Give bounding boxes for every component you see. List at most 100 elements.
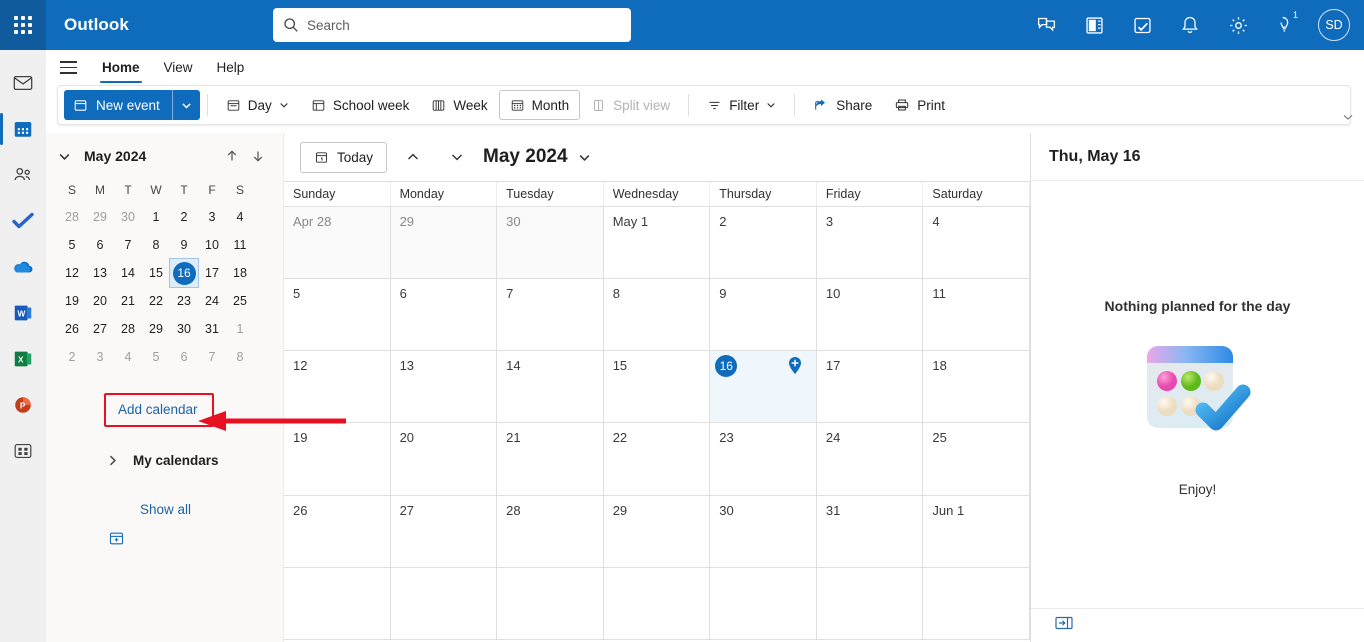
calendar-day-cell[interactable]: 2 — [710, 207, 817, 279]
rail-item-word[interactable]: W — [0, 290, 46, 336]
calendar-day-cell[interactable] — [603, 567, 711, 639]
mini-calendar-day-9[interactable]: 9 — [170, 231, 198, 259]
print-button[interactable]: Print — [883, 90, 956, 120]
calendar-day-cell[interactable] — [284, 567, 391, 639]
calendar-day-cell[interactable]: 21 — [497, 423, 604, 495]
calendar-day-cell[interactable]: 30 — [497, 207, 604, 279]
mini-calendar-day-3[interactable]: 3 — [198, 203, 226, 231]
mini-calendar-day-2[interactable]: 2 — [170, 203, 198, 231]
calendar-day-cell[interactable]: 11 — [923, 279, 1030, 351]
calendar-day-cell[interactable]: 23 — [710, 423, 817, 495]
mini-calendar-day-31[interactable]: 31 — [198, 315, 226, 343]
mini-calendar-day-14[interactable]: 14 — [114, 259, 142, 287]
today-button[interactable]: Today — [300, 141, 388, 173]
rail-item-apps[interactable] — [0, 428, 46, 474]
rail-item-mail[interactable] — [0, 60, 46, 106]
calendar-day-cell[interactable]: Apr 28 — [284, 207, 391, 279]
calendar-day-cell[interactable] — [390, 567, 498, 639]
mini-calendar-day-12[interactable]: 12 — [58, 259, 86, 287]
gear-icon[interactable] — [1214, 0, 1262, 50]
mini-calendar-day-5[interactable]: 5 — [142, 343, 170, 371]
mini-calendar-day-4[interactable]: 4 — [114, 343, 142, 371]
expand-panel-icon[interactable] — [1055, 616, 1073, 635]
add-calendar-button[interactable]: Add calendar — [118, 402, 198, 417]
mini-calendar-day-4[interactable]: 4 — [226, 203, 254, 231]
mini-calendar-day-11[interactable]: 11 — [226, 231, 254, 259]
mini-calendar-day-10[interactable]: 10 — [198, 231, 226, 259]
mini-calendar-day-2[interactable]: 2 — [58, 343, 86, 371]
calendar-day-cell[interactable]: 28 — [497, 495, 604, 567]
mini-calendar-day-29[interactable]: 29 — [142, 315, 170, 343]
mini-calendar-day-29[interactable]: 29 — [86, 203, 114, 231]
app-launcher-button[interactable] — [0, 0, 46, 50]
calendar-day-cell[interactable]: 13 — [390, 351, 498, 423]
calendar-day-cell[interactable]: 30 — [710, 495, 817, 567]
view-school-week-button[interactable]: School week — [300, 90, 421, 120]
mini-calendar-day-25[interactable]: 25 — [226, 287, 254, 315]
calendar-day-cell[interactable]: 5 — [284, 279, 391, 351]
calendar-day-cell[interactable] — [923, 567, 1030, 639]
calendar-day-cell[interactable]: 14 — [497, 351, 604, 423]
mini-calendar-day-13[interactable]: 13 — [86, 259, 114, 287]
calendar-day-cell[interactable]: 29 — [390, 207, 498, 279]
mini-calendar-day-20[interactable]: 20 — [86, 287, 114, 315]
rail-item-onedrive[interactable] — [0, 244, 46, 290]
rail-item-people[interactable] — [0, 152, 46, 198]
rail-item-powerpoint[interactable]: P — [0, 382, 46, 428]
share-button[interactable]: Share — [802, 90, 883, 120]
mini-calendar-next-button[interactable] — [245, 149, 271, 163]
teams-chat-icon[interactable] — [1022, 0, 1070, 50]
mini-calendar-day-30[interactable]: 30 — [170, 315, 198, 343]
mini-calendar-day-15[interactable]: 15 — [142, 259, 170, 287]
mini-calendar-day-28[interactable]: 28 — [114, 315, 142, 343]
mini-calendar-day-21[interactable]: 21 — [114, 287, 142, 315]
calendar-day-cell[interactable] — [816, 567, 924, 639]
calendar-day-cell[interactable]: 18 — [923, 351, 1030, 423]
mini-calendar-day-17[interactable]: 17 — [198, 259, 226, 287]
calendar-day-cell[interactable]: 3 — [816, 207, 924, 279]
mini-calendar-day-6[interactable]: 6 — [170, 343, 198, 371]
calendar-day-cell[interactable]: 9 — [710, 279, 817, 351]
bell-icon[interactable] — [1166, 0, 1214, 50]
calendar-day-cell[interactable]: 20 — [390, 423, 498, 495]
search-input[interactable] — [307, 17, 621, 33]
feedback-icon[interactable]: 1 — [1262, 0, 1310, 50]
month-picker-button[interactable]: May 2024 — [483, 146, 591, 168]
calendar-day-cell[interactable]: 27 — [390, 495, 498, 567]
calendar-day-cell[interactable]: 12 — [284, 351, 391, 423]
mini-calendar-day-27[interactable]: 27 — [86, 315, 114, 343]
mini-calendar-day-26[interactable]: 26 — [58, 315, 86, 343]
mini-calendar-day-1[interactable]: 1 — [142, 203, 170, 231]
rail-item-todo[interactable] — [0, 198, 46, 244]
mini-calendar-day-1[interactable]: 1 — [226, 315, 254, 343]
rail-item-calendar[interactable] — [0, 106, 46, 152]
calendar-day-cell[interactable]: 4 — [923, 207, 1030, 279]
search-box[interactable] — [273, 8, 631, 42]
mini-calendar-collapse-icon[interactable] — [58, 150, 80, 163]
mini-calendar-prev-button[interactable] — [219, 149, 245, 163]
calendar-day-cell[interactable]: 8 — [603, 279, 711, 351]
mini-calendar-day-8[interactable]: 8 — [226, 343, 254, 371]
calendar-day-cell[interactable] — [497, 567, 604, 639]
add-event-pin-icon[interactable] — [788, 357, 802, 379]
calendar-day-cell[interactable]: 22 — [603, 423, 711, 495]
ribbon-expand-button[interactable] — [1336, 105, 1360, 129]
filter-button[interactable]: Filter — [696, 90, 787, 120]
onenote-icon[interactable] — [1070, 0, 1118, 50]
rail-item-excel[interactable]: X — [0, 336, 46, 382]
calendar-next-button[interactable] — [441, 141, 473, 173]
calendar-day-cell[interactable]: 7 — [497, 279, 604, 351]
mini-calendar-day-16[interactable]: 16 — [169, 258, 199, 288]
view-day-button[interactable]: Day — [215, 90, 300, 120]
mini-calendar-day-7[interactable]: 7 — [198, 343, 226, 371]
mini-calendar-day-7[interactable]: 7 — [114, 231, 142, 259]
tab-home[interactable]: Home — [90, 50, 152, 85]
new-event-button[interactable]: New event — [64, 90, 200, 120]
calendar-day-cell[interactable]: 25 — [923, 423, 1030, 495]
show-all-link[interactable]: Show all — [140, 502, 191, 517]
calendar-day-cell[interactable]: 24 — [816, 423, 924, 495]
mini-calendar-day-6[interactable]: 6 — [86, 231, 114, 259]
mini-calendar-day-28[interactable]: 28 — [58, 203, 86, 231]
calendar-day-cell[interactable]: 16 — [710, 351, 817, 423]
avatar[interactable]: SD — [1318, 9, 1350, 41]
